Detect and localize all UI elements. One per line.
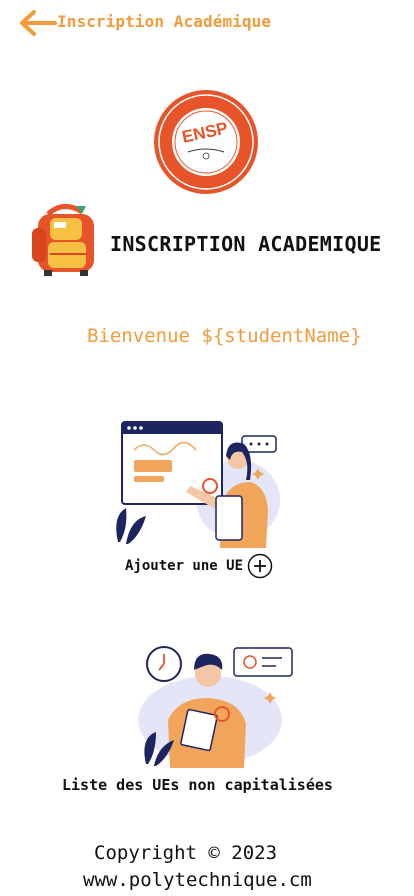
- website-text: www.polytechnique.cm: [83, 869, 312, 891]
- plus-circle-icon[interactable]: [247, 553, 273, 579]
- header-title: Inscription Académique: [57, 12, 272, 31]
- add-ue-label: Ajouter une UE: [125, 558, 244, 574]
- backpack-icon: [28, 200, 100, 278]
- student-list-illustration[interactable]: [130, 640, 300, 768]
- ensp-logo: ENSP: [150, 88, 262, 196]
- arrow-left-icon: [20, 10, 57, 36]
- add-ue-button[interactable]: Ajouter une UE: [125, 553, 273, 579]
- welcome-text: Bienvenue ${studentName}: [87, 325, 362, 347]
- presentation-illustration[interactable]: [108, 420, 288, 548]
- back-button[interactable]: [18, 8, 58, 38]
- page-heading: INSCRIPTION ACADEMIQUE: [110, 232, 382, 256]
- copyright-text: Copyright © 2023: [94, 842, 278, 864]
- non-capitalized-ue-list-link[interactable]: Liste des UEs non capitalisées: [62, 776, 333, 794]
